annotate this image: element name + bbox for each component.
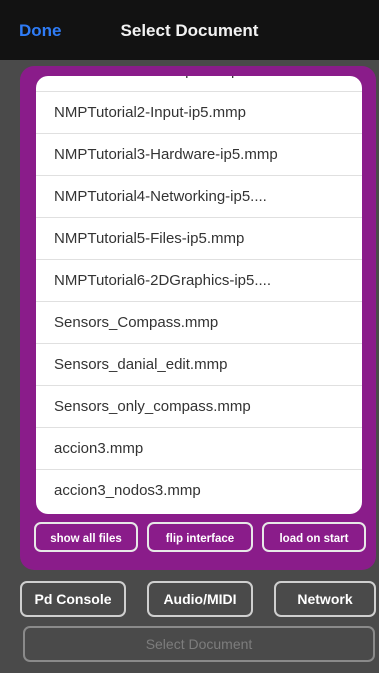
file-list[interactable]: NMPTutorial1-GUI-ip5.mmp NMPTutorial2-In…: [36, 76, 362, 514]
file-row[interactable]: NMPTutorial6-2DGraphics-ip5....: [36, 260, 362, 302]
file-row[interactable]: accion3_nodos3.mmp: [36, 470, 362, 511]
load-on-start-button[interactable]: load on start: [262, 522, 366, 552]
file-row[interactable]: NMPTutorial1-GUI-ip5.mmp: [36, 76, 362, 92]
navigation-bar: Done Select Document: [0, 0, 379, 60]
select-document-button[interactable]: Select Document: [23, 626, 375, 662]
document-panel: NMPTutorial1-GUI-ip5.mmp NMPTutorial2-In…: [20, 66, 376, 570]
file-row[interactable]: accion3.mmp: [36, 428, 362, 470]
file-row[interactable]: NMPTutorial2-Input-ip5.mmp: [36, 92, 362, 134]
file-row[interactable]: Sensors_Compass.mmp: [36, 302, 362, 344]
file-list-rows: NMPTutorial1-GUI-ip5.mmp NMPTutorial2-In…: [36, 76, 362, 511]
network-button[interactable]: Network: [274, 581, 376, 617]
pd-console-button[interactable]: Pd Console: [20, 581, 126, 617]
file-row[interactable]: Sensors_danial_edit.mmp: [36, 344, 362, 386]
audio-midi-button[interactable]: Audio/MIDI: [147, 581, 253, 617]
flip-interface-button[interactable]: flip interface: [147, 522, 253, 552]
file-row[interactable]: NMPTutorial3-Hardware-ip5.mmp: [36, 134, 362, 176]
file-row[interactable]: Sensors_only_compass.mmp: [36, 386, 362, 428]
show-all-files-button[interactable]: show all files: [34, 522, 138, 552]
page-title: Select Document: [120, 21, 259, 40]
file-row[interactable]: NMPTutorial5-Files-ip5.mmp: [36, 218, 362, 260]
file-row[interactable]: NMPTutorial4-Networking-ip5....: [36, 176, 362, 218]
